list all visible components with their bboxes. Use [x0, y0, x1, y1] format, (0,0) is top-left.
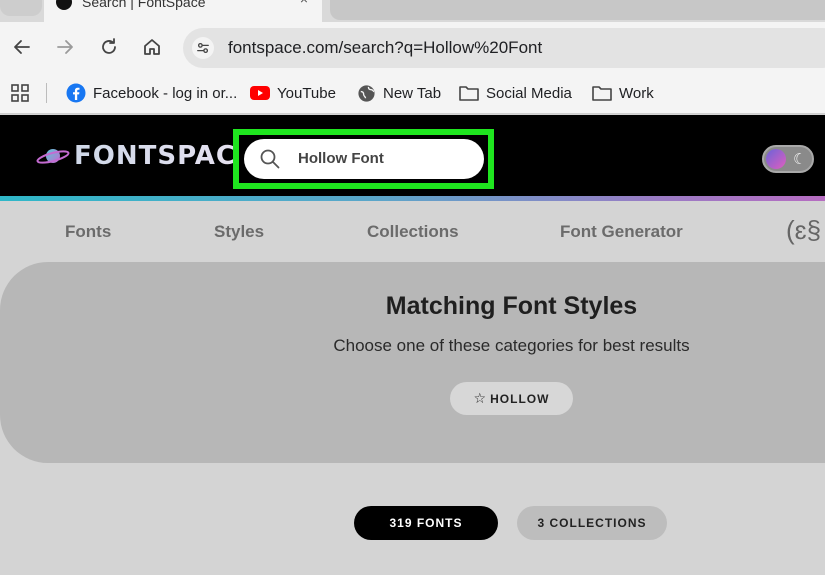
home-icon[interactable] — [140, 35, 164, 59]
browser-tab-active[interactable]: Search | FontSpace × — [44, 0, 322, 22]
search-icon[interactable] — [260, 149, 280, 169]
tab-close-icon[interactable]: × — [300, 0, 308, 7]
back-arrow-icon[interactable] — [10, 35, 34, 59]
star-icon: ☆ — [473, 390, 487, 406]
nav-styles[interactable]: Styles — [214, 222, 264, 242]
browser-tab-previous[interactable] — [0, 0, 42, 16]
folder-icon — [459, 83, 479, 103]
browser-tab-strip: Search | FontSpace × — [0, 0, 825, 22]
bookmark-new-tab[interactable]: New Tab — [356, 82, 441, 104]
forward-arrow-icon[interactable] — [53, 35, 77, 59]
nav-glyph-icon[interactable]: (ɛ§ — [786, 215, 821, 246]
nav-font-generator[interactable]: Font Generator — [560, 222, 683, 242]
bookmark-work[interactable]: Work — [592, 82, 654, 104]
planet-logo-icon — [36, 149, 70, 164]
globe-icon — [356, 83, 376, 103]
toggle-knob — [766, 149, 786, 169]
browser-toolbar: fontspace.com/search?q=Hollow%20Font — [0, 22, 825, 72]
folder-icon — [592, 83, 612, 103]
url-text[interactable]: fontspace.com/search?q=Hollow%20Font — [228, 38, 542, 58]
fontspace-logo[interactable]: FONTSPACE — [36, 141, 255, 171]
browser-tab-next[interactable] — [330, 0, 825, 20]
bookmark-label: Work — [619, 84, 654, 102]
nav-collections[interactable]: Collections — [367, 222, 459, 242]
nav-fonts[interactable]: Fonts — [65, 222, 111, 242]
bookmark-label: Social Media — [486, 84, 572, 102]
moon-icon: ☾ — [793, 151, 807, 168]
bookmark-label: YouTube — [277, 84, 336, 102]
logo-text: FONTSPACE — [74, 141, 255, 171]
collections-results-tab[interactable]: 3 COLLECTIONS — [517, 506, 667, 540]
site-info-icon[interactable] — [192, 37, 214, 59]
site-nav: Fonts Styles Collections Font Generator … — [0, 201, 825, 261]
fonts-results-tab[interactable]: 319 FONTS — [354, 506, 498, 540]
youtube-icon — [250, 83, 270, 103]
address-bar[interactable]: fontspace.com/search?q=Hollow%20Font — [183, 28, 825, 68]
search-query[interactable]: Hollow Font — [298, 150, 384, 167]
reload-icon[interactable] — [97, 35, 121, 59]
bookmark-label: New Tab — [383, 84, 442, 102]
matching-styles-subtitle: Choose one of these categories for best … — [333, 336, 690, 355]
bookmarks-divider — [46, 83, 47, 103]
matching-styles-title: Matching Font Styles — [385, 292, 638, 320]
fontspace-favicon-icon — [56, 0, 72, 10]
tab-title: Search | FontSpace — [82, 0, 206, 10]
bookmark-social-media[interactable]: Social Media — [459, 82, 572, 104]
theme-toggle[interactable]: ☾ — [762, 145, 814, 173]
bookmark-label: Facebook - log in or... — [93, 84, 238, 102]
site-search-input[interactable]: Hollow Font — [244, 139, 484, 179]
bookmarks-bar: Facebook - log in or... YouTube New Tab … — [0, 72, 825, 114]
apps-grid-icon[interactable] — [11, 84, 29, 102]
facebook-icon — [66, 83, 86, 103]
bookmark-youtube[interactable]: YouTube — [250, 82, 336, 104]
style-chip-hollow[interactable]: ☆ HOLLOW — [450, 382, 573, 415]
style-chip-label: HOLLOW — [490, 391, 550, 406]
bookmark-facebook[interactable]: Facebook - log in or... — [66, 82, 237, 104]
